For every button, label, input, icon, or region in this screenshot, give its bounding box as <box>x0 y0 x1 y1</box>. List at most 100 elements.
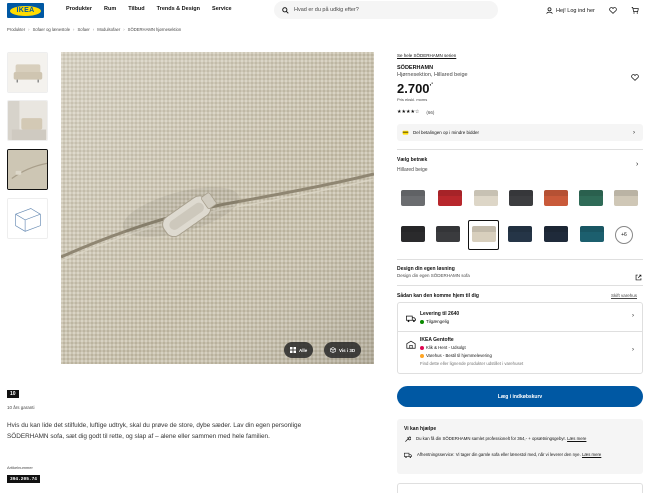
sofa-thumbnail-icon <box>471 228 496 242</box>
site-header: IKEA Produkter Rum Tilbud Trends & Desig… <box>0 0 669 22</box>
ikea-logo[interactable]: IKEA <box>7 3 44 18</box>
click-collect-text: Klik & Hent - Udsolgt <box>426 345 466 350</box>
sofa-thumbnail-icon <box>578 192 603 206</box>
breadcrumb-item[interactable]: Produkter <box>7 27 25 32</box>
pickup-read-more-link[interactable]: Læs mere <box>582 452 601 457</box>
external-link-icon[interactable] <box>635 268 642 286</box>
sofa-thumbnail-icon <box>400 228 425 242</box>
cube-icon <box>330 346 336 354</box>
user-icon <box>546 6 553 16</box>
color-swatch-teal[interactable] <box>576 220 607 250</box>
article-number[interactable]: 394.205.74 <box>7 475 41 483</box>
color-swatch-black[interactable] <box>397 220 428 250</box>
fabric-zipper-image <box>61 52 374 364</box>
fabric-closeup-image <box>8 150 47 189</box>
color-swatch-green[interactable] <box>575 184 606 214</box>
assembly-read-more-link[interactable]: Læs mere <box>567 436 586 441</box>
color-swatch-orange[interactable] <box>540 184 571 214</box>
sofa-thumbnail-icon <box>543 228 568 242</box>
divider <box>398 331 642 332</box>
warranty-text: 10 års garanti <box>7 405 35 410</box>
product-main-image[interactable] <box>61 52 374 364</box>
next-section-frame <box>397 483 643 493</box>
breadcrumb-separator: › <box>28 27 30 32</box>
thumbnail-dimensions[interactable] <box>7 198 48 239</box>
thumbnail-front[interactable] <box>7 52 48 93</box>
help-title: Vi kan hjælpe <box>404 426 437 432</box>
color-title: Vælg betræk <box>397 157 428 163</box>
breadcrumb-separator: › <box>123 27 125 32</box>
color-swatch-red[interactable] <box>434 184 465 214</box>
color-swatch-anthracite[interactable] <box>432 220 463 250</box>
product-name: SÖDERHAMN <box>397 65 434 71</box>
more-colors-button[interactable]: +6 <box>615 226 633 244</box>
favourite-heart-icon[interactable] <box>631 68 639 86</box>
login-link[interactable]: Hej! Log ind her <box>546 6 595 16</box>
store-display-note: Find dette eller lignende produkter udst… <box>420 361 524 366</box>
breadcrumb-separator: › <box>92 27 95 32</box>
series-link[interactable]: Se hele SÖDERHAMN serien <box>397 53 456 58</box>
thumbnail-room[interactable] <box>7 100 48 141</box>
nav-rum[interactable]: Rum <box>104 6 116 12</box>
chevron-right-icon[interactable]: › <box>632 347 634 353</box>
color-swatch-beige[interactable] <box>470 184 501 214</box>
breadcrumb-item[interactable]: Sofaer <box>77 27 89 32</box>
sofa-room-image <box>8 101 47 140</box>
heart-icon[interactable] <box>609 6 617 16</box>
add-to-cart-button[interactable]: Læg i indkøbskurv <box>397 386 643 407</box>
sofa-front-image <box>8 53 47 92</box>
dimensions-drawing-image <box>8 199 47 238</box>
price-suffix: ,- <box>429 81 434 87</box>
design-subtitle: Design din egen SÖDERHAMN sofa <box>397 273 470 278</box>
breadcrumb-item[interactable]: Modulsofaer <box>97 27 120 32</box>
wrench-icon <box>404 436 412 446</box>
warning-dot-icon <box>420 353 424 358</box>
nav-service[interactable]: Service <box>212 6 232 12</box>
article-number-label: Artikelnummer <box>7 465 33 470</box>
logo-text: IKEA <box>10 5 41 16</box>
color-swatch-navy[interactable] <box>540 220 571 250</box>
search-input[interactable]: Hvad er du på udkig efter? <box>274 1 498 19</box>
breadcrumb-separator: › <box>73 27 75 32</box>
divider <box>397 149 643 150</box>
chevron-right-icon[interactable]: › <box>632 313 634 319</box>
rating-stars[interactable]: ★★★★☆ (66) <box>397 109 434 115</box>
nav-trends-design[interactable]: Trends & Design <box>157 6 200 12</box>
view-3d-button[interactable]: Vis i 3D <box>324 342 362 358</box>
click-collect-status: Klik & Hent - Udsolgt <box>420 345 466 350</box>
color-swatch-light-beige[interactable] <box>610 184 641 214</box>
thumbnail-fabric[interactable] <box>7 149 48 190</box>
truck-icon <box>404 452 412 462</box>
breadcrumb-item[interactable]: Sofaer og lænestole <box>33 27 70 32</box>
color-swatch-dark-blue[interactable] <box>504 220 535 250</box>
chevron-right-icon[interactable]: › <box>636 161 638 168</box>
header-actions: Hej! Log ind her <box>546 6 639 16</box>
color-swatch-grey[interactable] <box>397 184 428 214</box>
login-label: Hej! Log ind her <box>556 8 595 14</box>
home-delivery-title[interactable]: Levering til 2640 <box>420 311 459 317</box>
pickup-service-row: Afhentningsservice: Vi tager din gamle s… <box>404 452 634 462</box>
unavailable-dot-icon <box>420 345 424 350</box>
available-dot-icon <box>420 319 424 324</box>
design-title[interactable]: Design din egen løsning <box>397 266 455 272</box>
assembly-text-wrap: Du kan få din SÖDERHAMN samlet professio… <box>416 436 586 446</box>
sofa-thumbnail-icon <box>507 228 532 242</box>
sofa-thumbnail-icon <box>400 192 425 206</box>
search-icon <box>282 1 289 19</box>
nav-tilbud[interactable]: Tilbud <box>128 6 144 12</box>
gallery-all-button[interactable]: Alle <box>284 342 314 358</box>
payment-split-banner[interactable]: Del betalingen op i mindre bidder › <box>397 124 643 141</box>
truck-icon <box>406 310 416 328</box>
color-value: Hillared beige <box>397 167 428 173</box>
sofa-thumbnail-icon <box>473 192 498 206</box>
assembly-service-row: Du kan få din SÖDERHAMN samlet professio… <box>404 436 634 446</box>
cart-icon[interactable] <box>631 6 639 16</box>
store-title[interactable]: IKEA Gentofte <box>420 337 454 343</box>
change-store-link[interactable]: Skift varehus <box>611 293 637 298</box>
gallery-all-label: Alle <box>299 347 308 353</box>
color-swatch-dark-grey[interactable] <box>505 184 536 214</box>
breadcrumb-item[interactable]: SÖDERHAMN hjørnesektion <box>128 27 182 32</box>
color-swatch-selected-beige[interactable] <box>468 220 499 250</box>
sofa-thumbnail-icon <box>435 228 460 242</box>
nav-produkter[interactable]: Produkter <box>66 6 92 12</box>
